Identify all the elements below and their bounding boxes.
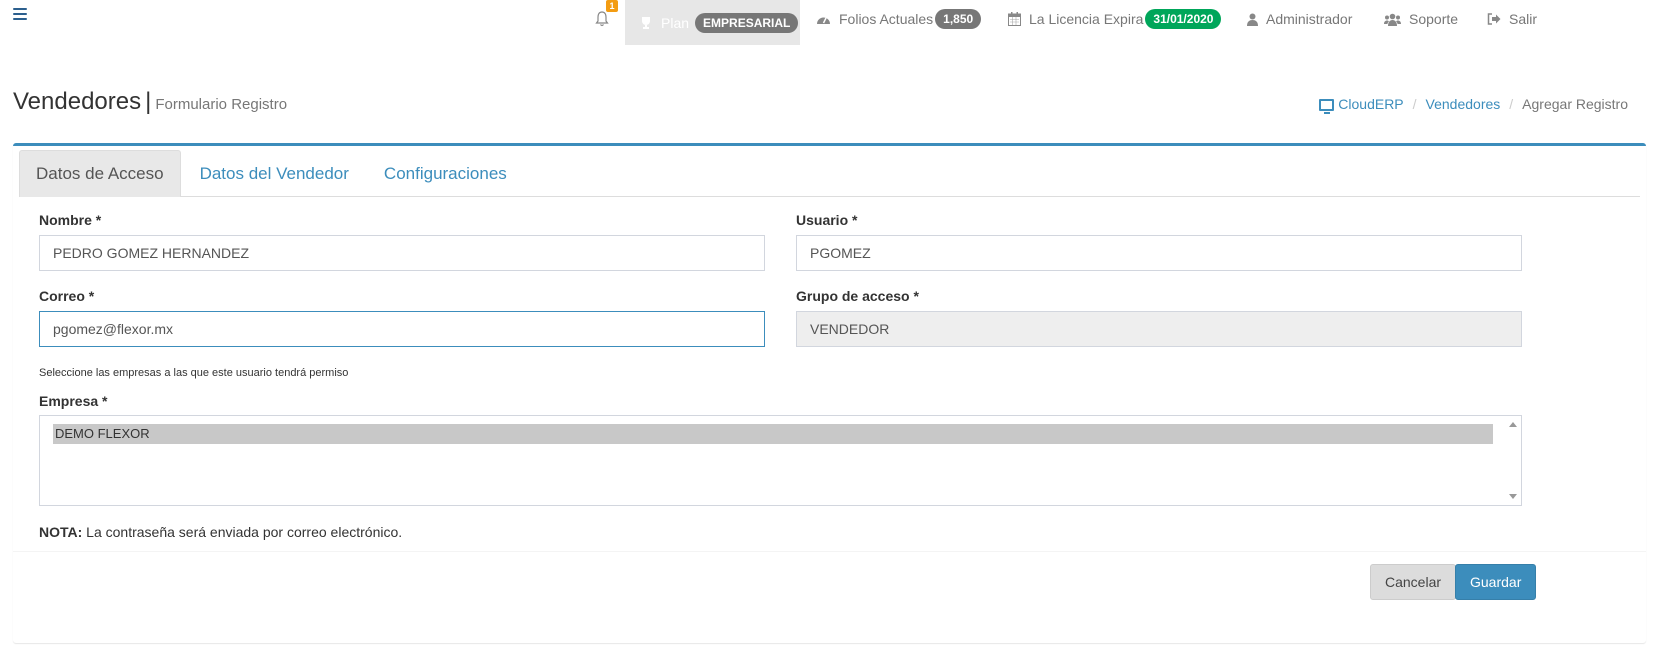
tab-datos-del-vendedor[interactable]: Datos del Vendedor: [184, 150, 365, 197]
breadcrumb-section-link[interactable]: Vendedores: [1426, 96, 1501, 112]
correo-label: Correo *: [39, 288, 95, 304]
menu-toggle-icon[interactable]: [13, 8, 27, 22]
nombre-input[interactable]: PEDRO GOMEZ HERNANDEZ: [39, 235, 765, 271]
sign-out-icon: [1487, 13, 1501, 25]
license-label: La Licencia Expira: [1029, 11, 1144, 27]
empresa-option[interactable]: DEMO FLEXOR: [53, 424, 1493, 444]
plan-menu[interactable]: Plan EMPRESARIAL: [625, 0, 800, 45]
bell-icon: [595, 11, 609, 27]
top-navbar: 1 Plan EMPRESARIAL Folios Actuales 1,850…: [0, 0, 1658, 45]
users-icon: [1384, 13, 1401, 26]
usuario-value: PGOMEZ: [810, 245, 871, 261]
breadcrumb-separator: /: [1412, 96, 1417, 112]
page-title: Vendedores | Formulario Registro: [13, 88, 287, 116]
folios-label: Folios Actuales: [839, 11, 934, 27]
breadcrumb-home-link[interactable]: CloudERP: [1338, 96, 1403, 112]
admin-menu[interactable]: Administrador: [1247, 0, 1352, 38]
usuario-input[interactable]: PGOMEZ: [796, 235, 1522, 271]
trophy-icon: [642, 16, 650, 29]
user-icon: [1247, 13, 1258, 26]
tab-datos-de-acceso[interactable]: Datos de Acceso: [19, 150, 181, 197]
breadcrumb-current: Agregar Registro: [1522, 96, 1628, 112]
correo-input[interactable]: pgomez@flexor.mx: [39, 311, 765, 347]
title-separator: |: [145, 88, 152, 115]
plan-label: Plan: [661, 14, 690, 31]
usuario-label: Usuario *: [796, 212, 858, 228]
support-label: Soporte: [1409, 11, 1459, 27]
empresa-listbox[interactable]: DEMO FLEXOR: [39, 415, 1522, 506]
correo-value: pgomez@flexor.mx: [53, 321, 174, 337]
save-button[interactable]: Guardar: [1455, 564, 1537, 600]
breadcrumb-separator: /: [1509, 96, 1514, 112]
logout-label: Salir: [1509, 11, 1538, 27]
page-title-text: Vendedores: [13, 88, 142, 115]
empresa-help-text: Seleccione las empresas a las que este u…: [39, 367, 349, 379]
grupo-acceso-value: VENDEDOR: [810, 321, 890, 337]
notification-count-badge: 1: [606, 0, 618, 12]
nombre-value: PEDRO GOMEZ HERNANDEZ: [53, 245, 250, 261]
form-box: Datos de Acceso Datos del Vendedor Confi…: [13, 143, 1646, 643]
empresa-label: Empresa *: [39, 393, 108, 409]
tab-configuraciones[interactable]: Configuraciones: [368, 150, 523, 197]
logout-button[interactable]: Salir: [1487, 0, 1537, 38]
page-subtitle: Formulario Registro: [155, 96, 288, 113]
scroll-up-arrow-icon[interactable]: [1509, 422, 1517, 427]
license-menu[interactable]: La Licencia Expira 31/01/2020: [1008, 0, 1222, 38]
folios-badge: 1,850: [935, 9, 982, 29]
form-footer: Cancelar Guardar: [13, 551, 1646, 609]
nombre-label: Nombre *: [39, 212, 102, 228]
license-expiry-badge: 31/01/2020: [1145, 9, 1222, 29]
breadcrumb: CloudERP / Vendedores / Agregar Registro: [1319, 96, 1628, 114]
dashboard-icon: [817, 17, 830, 24]
folios-menu[interactable]: Folios Actuales 1,850: [816, 0, 982, 38]
note-text: La contraseña será enviada por correo el…: [82, 524, 403, 540]
admin-label: Administrador: [1266, 11, 1353, 27]
note-bold-label: NOTA:: [39, 524, 83, 540]
password-note: NOTA: La contraseña será enviada por cor…: [39, 524, 402, 540]
grupo-acceso-field: VENDEDOR: [796, 311, 1522, 347]
scroll-down-arrow-icon[interactable]: [1509, 494, 1517, 499]
form-tabs: Datos de Acceso Datos del Vendedor Confi…: [19, 150, 1640, 197]
calendar-icon: [1008, 12, 1021, 26]
grupo-acceso-label: Grupo de acceso *: [796, 288, 919, 304]
plan-badge: EMPRESARIAL: [695, 12, 799, 33]
cancel-button[interactable]: Cancelar: [1370, 564, 1457, 600]
support-menu[interactable]: Soporte: [1384, 0, 1458, 38]
desktop-icon: [1319, 99, 1335, 114]
